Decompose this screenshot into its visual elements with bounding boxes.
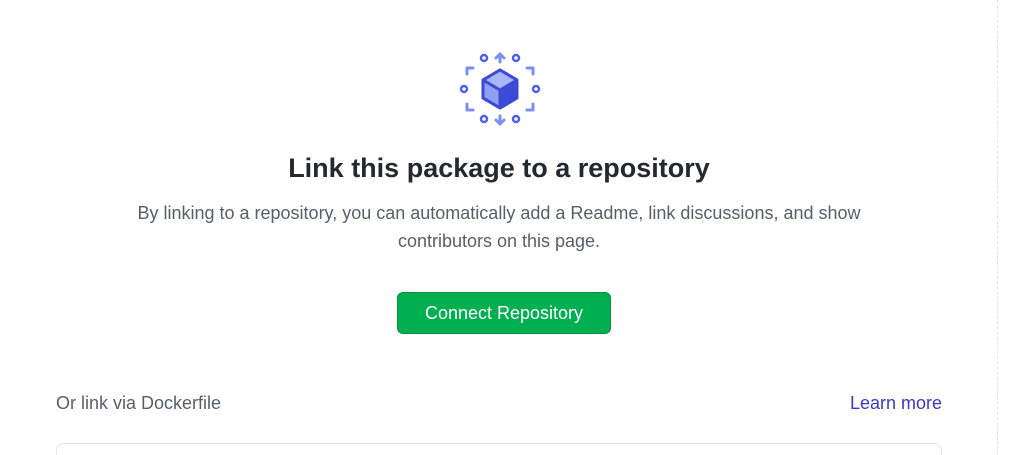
dockerfile-code-box xyxy=(56,443,942,455)
panel-divider xyxy=(997,0,998,455)
dockerfile-label: Or link via Dockerfile xyxy=(56,393,222,413)
link-repository-panel: Link this package to a repository By lin… xyxy=(0,0,1009,455)
connect-repository-button[interactable]: Connect Repository xyxy=(397,292,611,334)
page-title: Link this package to a repository xyxy=(288,153,710,183)
dockerfile-row: Or link via Dockerfile Learn more xyxy=(56,390,942,416)
learn-more-link[interactable]: Learn more xyxy=(850,390,942,416)
package-hub-icon xyxy=(459,52,541,126)
description-text: By linking to a repository, you can auto… xyxy=(137,203,861,251)
